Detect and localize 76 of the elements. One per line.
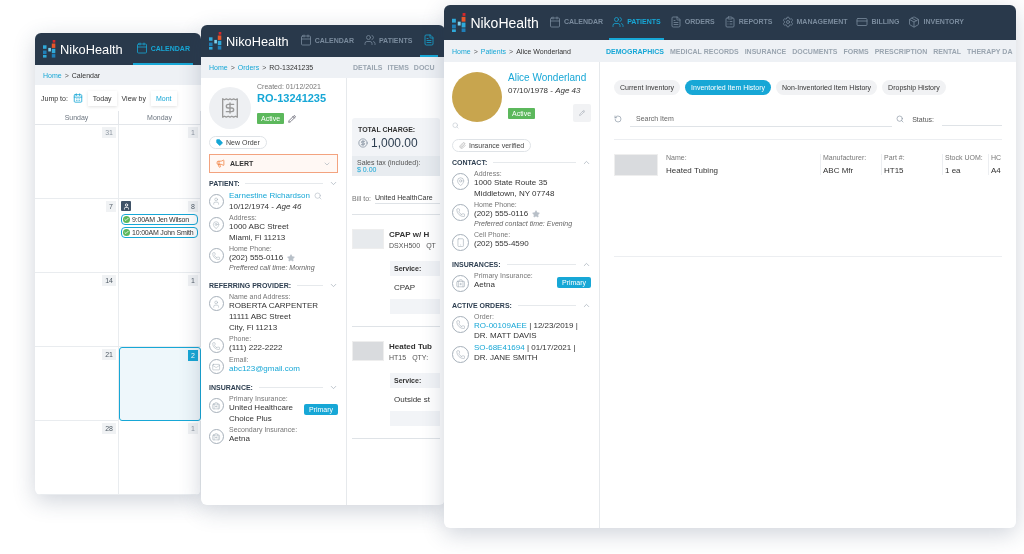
service-bar [390, 411, 440, 426]
service-value: Outside st [393, 394, 431, 406]
chevron-down-icon[interactable] [329, 179, 338, 188]
field-value: ABC Mfr [823, 166, 855, 175]
field-value: ROBERTA CARPENTER [229, 301, 319, 311]
field-value: Aetna [229, 434, 250, 444]
dollar-icon [358, 138, 368, 148]
field-value: Middletown, NY 07748 [474, 188, 555, 199]
calendar-icon[interactable] [72, 93, 83, 103]
star-icon[interactable] [287, 254, 296, 263]
logo-text: NikoHealth [60, 41, 123, 57]
field-value: 11111 ABC Street [229, 311, 291, 322]
box-icon [908, 15, 921, 28]
calendar-icon [135, 42, 148, 54]
field-value: City, Fl 11213 [229, 322, 278, 333]
logo-icon [452, 12, 468, 33]
field-value: Aetna [474, 280, 495, 290]
service-bar [390, 299, 440, 314]
paperclip-icon [459, 142, 466, 149]
photo-placeholder [352, 341, 384, 361]
field-value: 1000 ABC Street [229, 222, 289, 232]
credit-card-icon [856, 15, 869, 28]
patient-name: Alice Wonderland [508, 72, 588, 83]
edit-button[interactable] [573, 104, 591, 122]
field-value: Miami, Fl 11213 [229, 232, 286, 243]
logo-text: NikoHealth [226, 33, 289, 49]
charge-amount: 1,000.00 [371, 136, 418, 150]
item-name: CPAP w/ H [389, 229, 431, 239]
calendar-icon [299, 34, 312, 46]
photo-placeholder [352, 229, 384, 249]
field-value: United Healthcare [229, 403, 294, 413]
users-icon [612, 15, 625, 28]
order-link[interactable]: SO-68E41694 [474, 343, 525, 353]
star-icon[interactable] [532, 210, 541, 218]
field-value: 1000 State Route 35 [474, 178, 548, 188]
users-icon [363, 34, 376, 46]
document-icon [669, 15, 682, 28]
field-value: HT15 [884, 166, 905, 175]
field-value: (202) 555-4590 [474, 239, 529, 249]
document-icon [422, 34, 435, 46]
chevron-up-icon[interactable] [582, 158, 591, 167]
link-text[interactable]: abc123@gmail.com [229, 364, 300, 374]
field-value: (202) 555-0116 [474, 209, 529, 219]
order-line: SO-68E41694 | 01/17/2021 | DR. JANE SMITH [474, 343, 577, 363]
search-icon[interactable] [452, 122, 459, 129]
field-value: Heated Tubing [666, 166, 720, 175]
tag-icon [216, 139, 223, 146]
clipboard-icon [723, 15, 736, 28]
photo-placeholder [614, 154, 658, 176]
order-number: RO-13241235 [257, 92, 327, 104]
pencil-icon [579, 109, 585, 117]
receipt-icon [209, 87, 251, 129]
service-value: CPAP [393, 282, 417, 294]
patient-dob: 07/10/1978 - Age 43 [508, 86, 582, 95]
field-value: (202) 555-0116 [229, 253, 284, 263]
order-link[interactable]: RO-00109AEE [474, 321, 527, 331]
pencil-icon[interactable] [288, 114, 297, 123]
field-value: 1 ea [945, 166, 962, 175]
refresh-icon[interactable] [614, 115, 622, 123]
field-value: A4 [991, 166, 1002, 175]
link-text[interactable]: Earnestine Richardson [229, 191, 310, 201]
logo-icon [43, 40, 58, 58]
order-line: RO-00109AEE | 12/23/2019 | DR. MATT DAVIS [474, 321, 579, 341]
search-icon[interactable] [896, 115, 905, 123]
search-icon[interactable] [313, 191, 322, 200]
photo-placeholder [452, 72, 502, 122]
calendar-icon [548, 15, 561, 28]
field-value: 10/12/1974 - Age 46 [229, 201, 302, 212]
field-value: (111) 222-2222 [229, 343, 283, 353]
item-name: Heated Tub [389, 341, 432, 351]
logo-text: NikoHealth [470, 14, 539, 31]
field-value: Choice Plus [229, 413, 272, 424]
logo-icon [209, 32, 224, 50]
megaphone-icon [216, 159, 225, 168]
user-icon [121, 201, 131, 212]
gear-icon [781, 15, 794, 28]
